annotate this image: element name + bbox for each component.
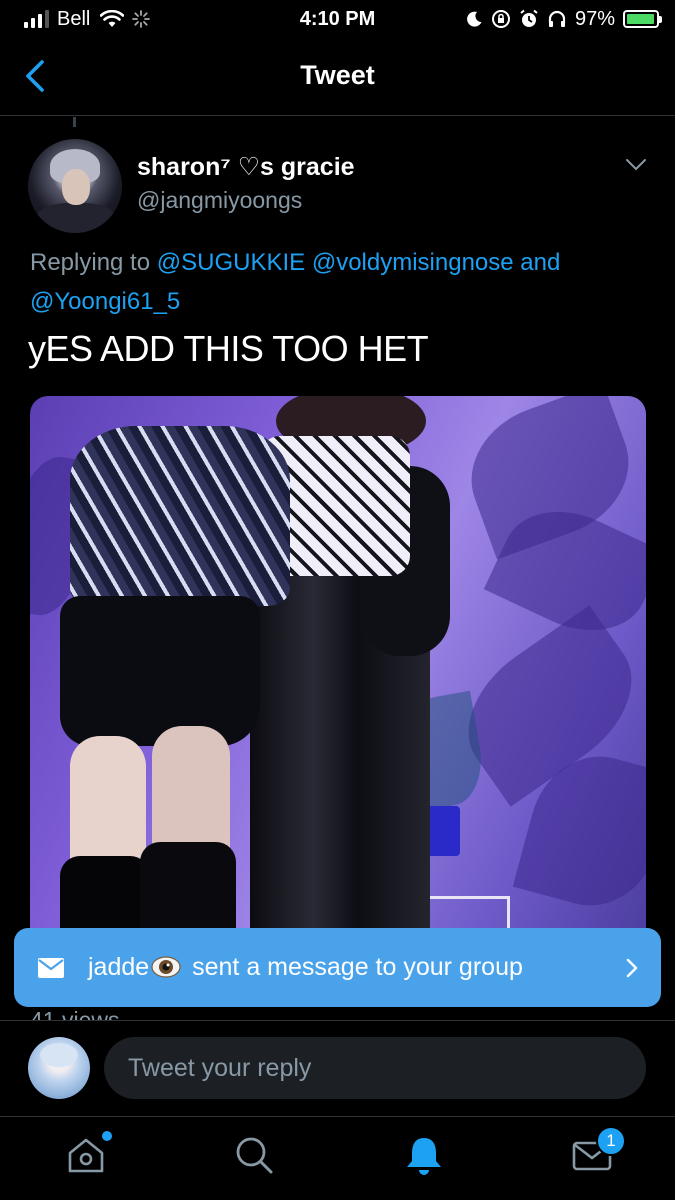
view-count: 41 views: [30, 1006, 119, 1020]
home-icon: [68, 1138, 104, 1173]
chevron-right-icon: [626, 958, 638, 978]
message-notification-banner[interactable]: jadde sent a message to your group: [14, 928, 661, 1007]
page-title: Tweet: [300, 60, 375, 90]
user-avatar[interactable]: [28, 1037, 90, 1099]
alarm-icon: [520, 9, 538, 27]
reply-input[interactable]: Tweet your reply: [104, 1037, 646, 1099]
search-icon: [236, 1137, 273, 1174]
eye-emoji-icon: [151, 956, 181, 978]
replying-prefix: Replying to: [30, 249, 151, 276]
tweet-text: yES ADD THIS TOO HET: [28, 328, 429, 369]
tweet-media-video[interactable]: [30, 396, 646, 956]
nav-header: Tweet: [0, 40, 675, 116]
view-count-text: 41 views: [30, 1007, 120, 1020]
tab-home[interactable]: [64, 1131, 112, 1177]
chevron-down-icon[interactable]: [624, 157, 648, 173]
tab-notifications[interactable]: [402, 1133, 446, 1177]
mention-link[interactable]: @Yoongi61_5: [30, 288, 180, 315]
tab-search[interactable]: [232, 1133, 276, 1177]
reply-bar: Tweet your reply: [0, 1020, 675, 1116]
tweet-detail-screen: Bell 4:10 PM 97% Tweet sharon⁷ ♡s gracie…: [0, 0, 675, 1200]
thread-line: [73, 117, 76, 127]
author-avatar[interactable]: [28, 139, 122, 233]
banner-sender: jadde: [88, 953, 150, 981]
mail-icon: [38, 958, 64, 978]
mention-link[interactable]: @voldymisingnose: [312, 249, 514, 276]
replying-to: Replying to @SUGUKKIE @voldymisingnose a…: [30, 243, 640, 321]
mention-link[interactable]: @SUGUKKIE: [157, 249, 305, 276]
author-display-name[interactable]: sharon⁷ ♡s gracie: [137, 152, 355, 182]
heart-glyph: ♡: [237, 153, 261, 181]
author-name-text: sharon⁷: [137, 153, 231, 181]
author-handle[interactable]: @jangmiyoongs: [137, 187, 302, 214]
bell-icon: [407, 1138, 441, 1175]
author-name-suffix: s gracie: [260, 153, 355, 181]
orientation-lock-icon: [491, 10, 510, 28]
mention-conjunction[interactable]: and: [520, 249, 560, 276]
messages-badge: 1: [596, 1126, 626, 1156]
headphones-icon: [548, 10, 566, 27]
new-content-dot: [102, 1131, 112, 1141]
tab-bar: [0, 1116, 675, 1200]
battery-icon: [623, 10, 662, 28]
banner-message: jadde sent a message to your group: [88, 953, 523, 982]
battery-percent: 97%: [574, 7, 615, 30]
status-bar: Bell 4:10 PM 97%: [0, 0, 675, 40]
moon-icon: [467, 11, 482, 27]
banner-text: sent a message to your group: [192, 953, 523, 981]
